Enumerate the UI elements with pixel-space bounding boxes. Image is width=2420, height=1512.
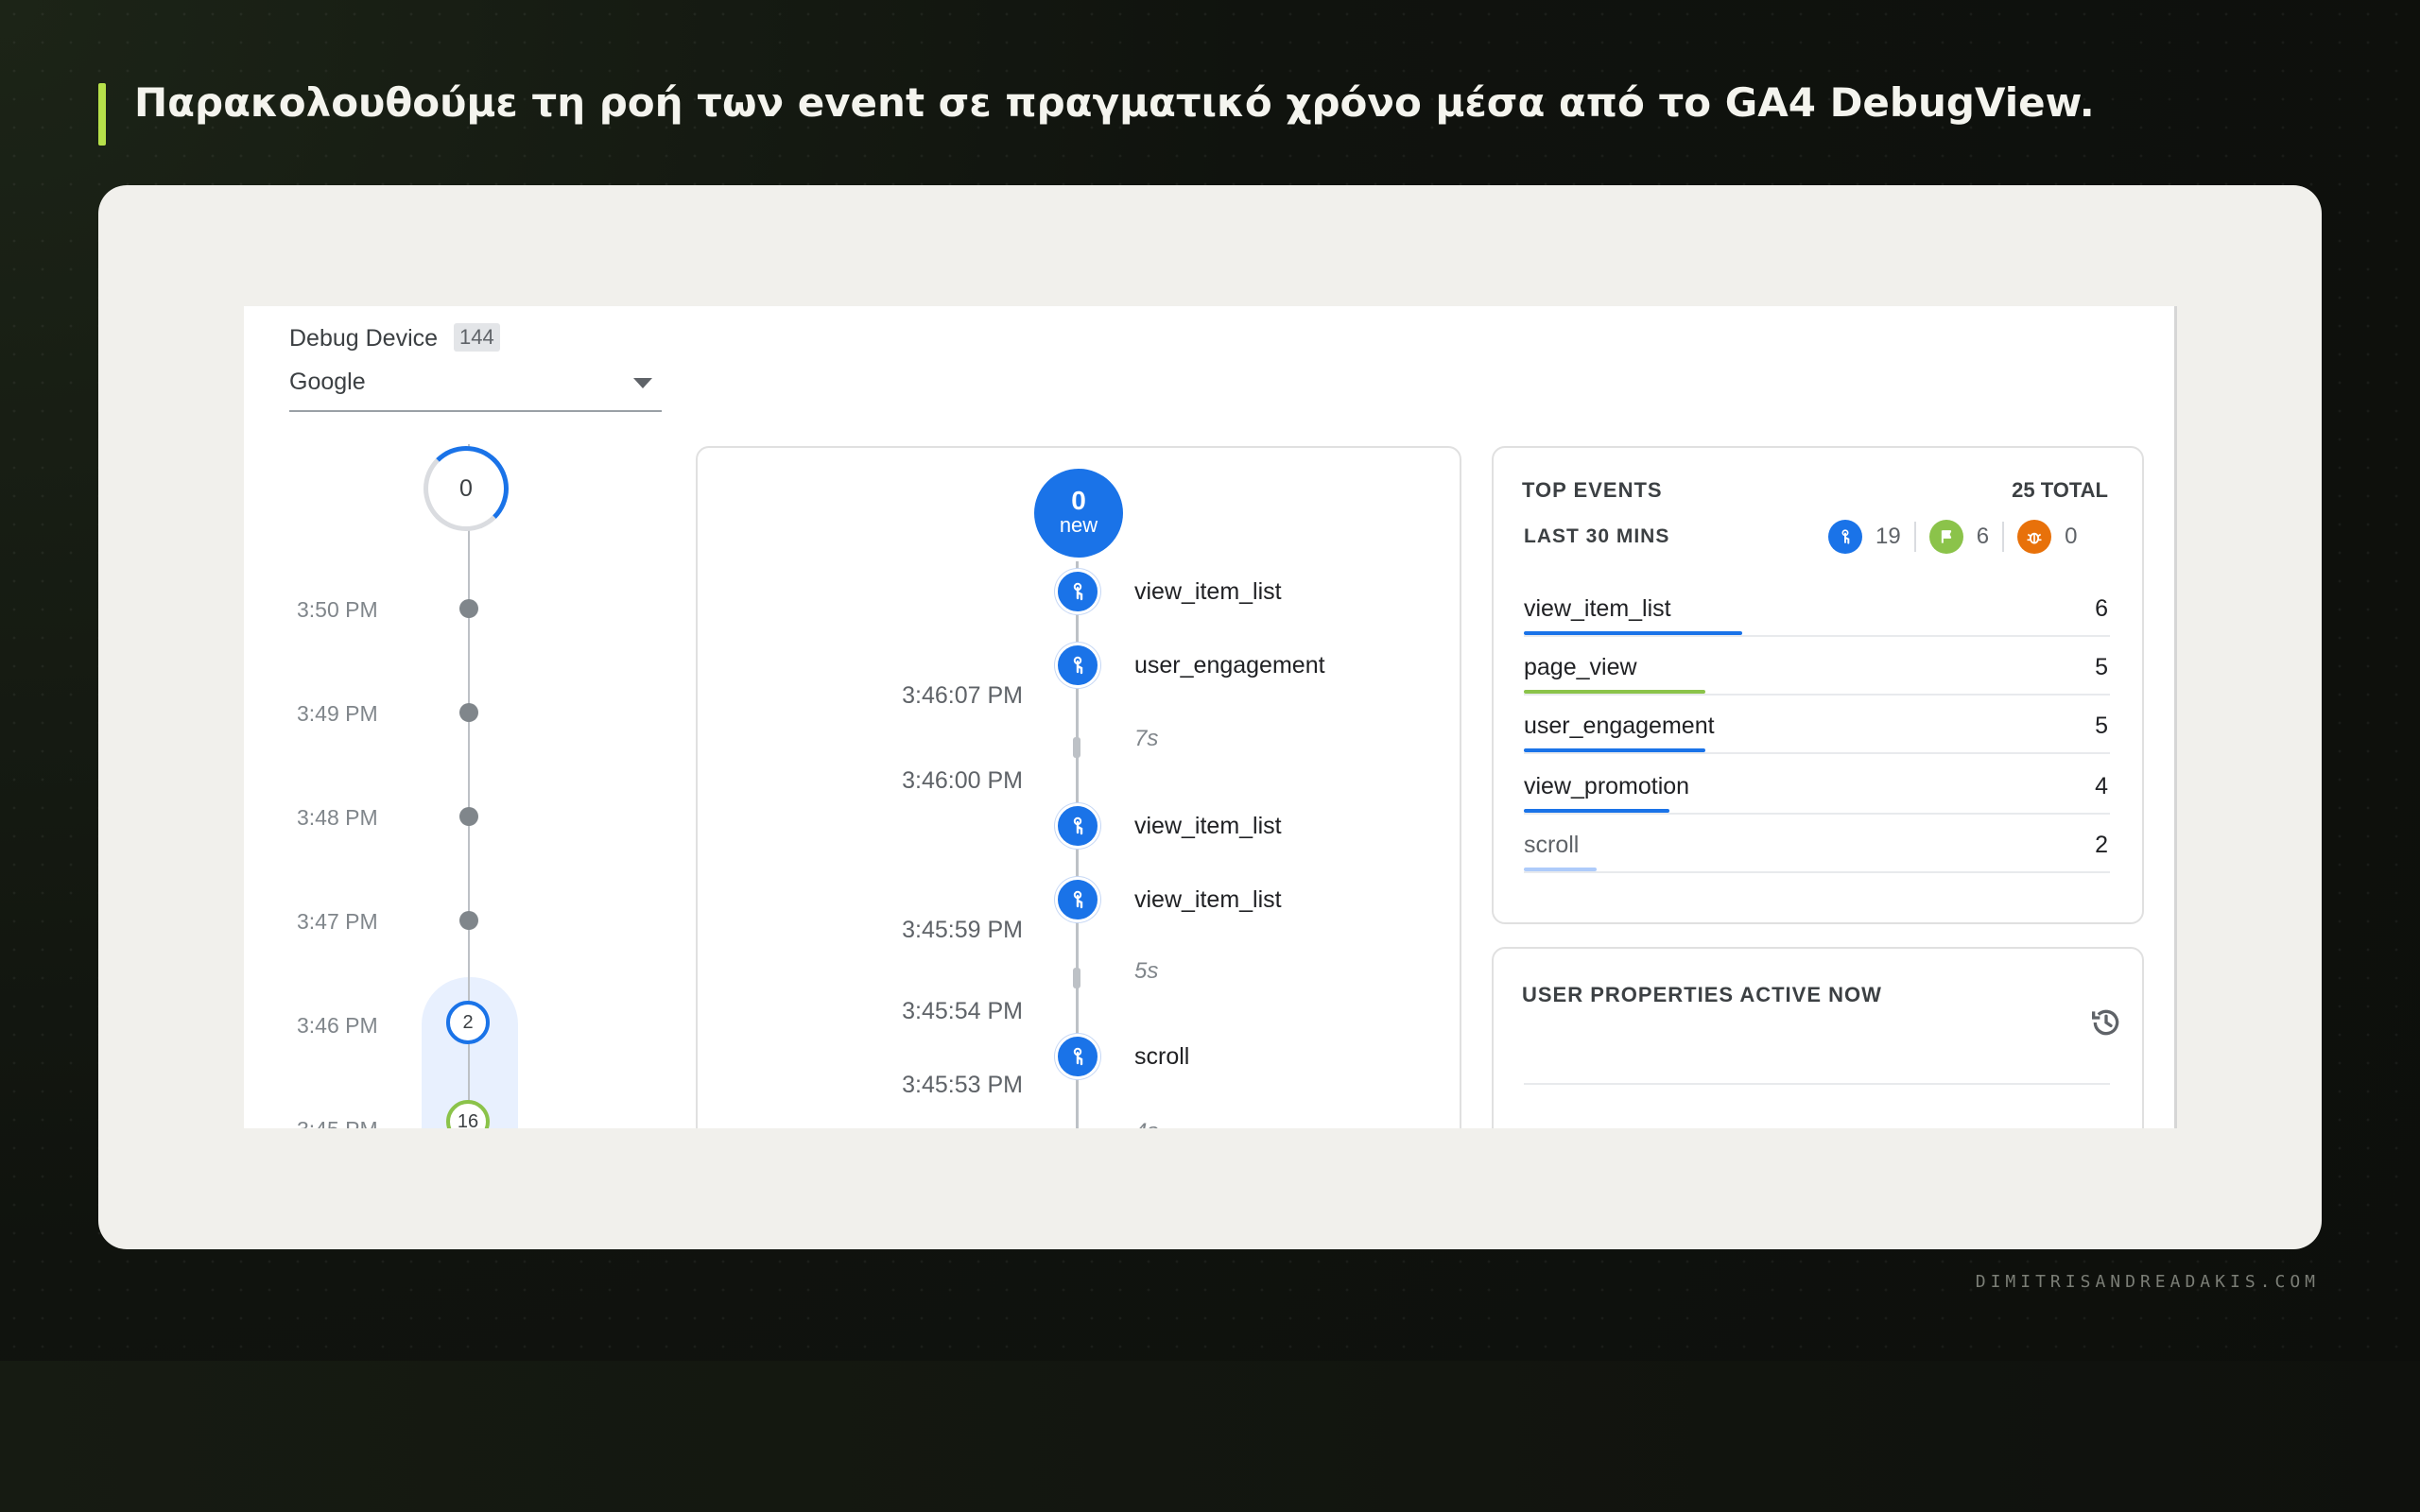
row-divider (1524, 635, 2110, 637)
top-event-bar (1524, 631, 1742, 635)
row-divider (1524, 1083, 2110, 1085)
top-event-name[interactable]: user_engagement (1524, 713, 1715, 740)
debugview-screenshot: Debug Device 144 Google 0 3:50 PM 3:49 P… (244, 306, 2177, 1128)
chevron-down-icon[interactable] (633, 378, 652, 388)
minute-label: 3:45 PM (297, 1117, 378, 1128)
top-event-count: 2 (2095, 832, 2108, 858)
new-events-label: new (1059, 513, 1098, 537)
debug-device-count: 144 (454, 323, 500, 352)
errors-count: 0 (2065, 524, 2078, 549)
touch-icon[interactable] (1055, 877, 1100, 922)
bottom-band (0, 1361, 2420, 1512)
gap-duration: 7s (1134, 726, 1159, 751)
stream-event-name[interactable]: view_item_list (1134, 813, 1282, 840)
minute-dot[interactable] (459, 911, 478, 930)
minute-label: 3:49 PM (297, 701, 378, 726)
minute-dot[interactable] (459, 807, 478, 826)
stream-event-name[interactable]: user_engagement (1134, 652, 1325, 679)
minute-label: 3:48 PM (297, 805, 378, 830)
stream-timestamp: 3:45:59 PM (902, 917, 1023, 943)
new-events-count: 0 (1071, 486, 1086, 515)
stream-timestamp: 3:45:53 PM (902, 1072, 1023, 1098)
minute-dot[interactable] (459, 703, 478, 722)
site-credit: DIMITRISANDREADAKIS.COM (1975, 1272, 2320, 1292)
error-icon[interactable] (2017, 520, 2052, 554)
minute-event-count[interactable]: 2 (446, 1001, 490, 1044)
touch-icon[interactable] (1055, 569, 1100, 614)
gap-duration: 5s (1134, 958, 1159, 984)
slide-heading: Παρακολουθούμε τη ροή των event σε πραγμ… (134, 79, 2095, 126)
user-properties-title: USER PROPERTIES ACTIVE NOW (1522, 983, 1882, 1006)
top-events-title: TOP EVENTS (1522, 478, 1663, 502)
row-divider (1524, 813, 2110, 815)
current-minute-counter[interactable]: 0 (424, 446, 509, 531)
minute-count-value: 16 (457, 1110, 479, 1129)
row-divider (1524, 694, 2110, 696)
touch-icon[interactable] (1828, 520, 1862, 554)
stream-event-name[interactable]: view_item_list (1134, 578, 1282, 606)
history-icon[interactable] (2087, 1004, 2125, 1046)
top-event-count: 5 (2095, 713, 2108, 739)
stream-timestamp: 3:45:54 PM (902, 998, 1023, 1024)
minute-label: 3:46 PM (297, 1013, 378, 1038)
top-event-name[interactable]: page_view (1524, 654, 1637, 681)
touch-icon[interactable] (1055, 803, 1100, 849)
top-event-count: 4 (2095, 773, 2108, 799)
current-minute-count: 0 (459, 474, 473, 502)
debug-device-label: Debug Device (289, 325, 439, 352)
top-events-total: 25 TOTAL (2012, 478, 2108, 502)
minute-label: 3:50 PM (297, 597, 378, 622)
top-event-name[interactable]: view_promotion (1524, 773, 1689, 800)
event-type-counters: 19 6 0 (1828, 520, 2077, 554)
top-events-period: LAST 30 MINS (1524, 525, 1670, 547)
select-underline (289, 410, 662, 412)
gap-marker (1073, 737, 1080, 758)
minute-dot[interactable] (459, 599, 478, 618)
top-event-count: 6 (2095, 595, 2108, 622)
row-divider (1524, 871, 2110, 873)
stream-event-name[interactable]: view_item_list (1134, 886, 1282, 914)
row-divider (1524, 752, 2110, 754)
conversions-count: 6 (1976, 524, 1990, 549)
touch-icon[interactable] (1055, 643, 1100, 688)
new-events-bubble[interactable]: 0 new (1034, 469, 1123, 558)
stream-timestamp: 3:46:07 PM (902, 682, 1023, 709)
heading-accent-bar (98, 83, 106, 146)
minute-count-value: 2 (462, 1011, 474, 1033)
divider (2002, 522, 2005, 552)
top-event-name[interactable]: view_item_list (1524, 595, 1671, 623)
divider (1913, 522, 1916, 552)
top-event-name[interactable]: scroll (1524, 832, 1579, 859)
gap-marker (1073, 968, 1080, 988)
events-count: 19 (1876, 524, 1901, 549)
top-event-count: 5 (2095, 654, 2108, 680)
top-event-bar (1524, 809, 1669, 813)
stream-timestamp: 3:46:00 PM (902, 767, 1023, 794)
minute-label: 3:47 PM (297, 909, 378, 934)
flag-icon[interactable] (1928, 520, 1963, 554)
debug-device-select[interactable]: Google (289, 369, 366, 396)
top-event-bar (1524, 690, 1705, 694)
stream-event-name[interactable]: scroll (1134, 1043, 1189, 1071)
gap-duration: 4s (1134, 1119, 1158, 1128)
top-event-bar (1524, 868, 1597, 871)
top-event-bar (1524, 748, 1705, 752)
touch-icon[interactable] (1055, 1034, 1100, 1079)
user-properties-panel (1492, 947, 2144, 1128)
